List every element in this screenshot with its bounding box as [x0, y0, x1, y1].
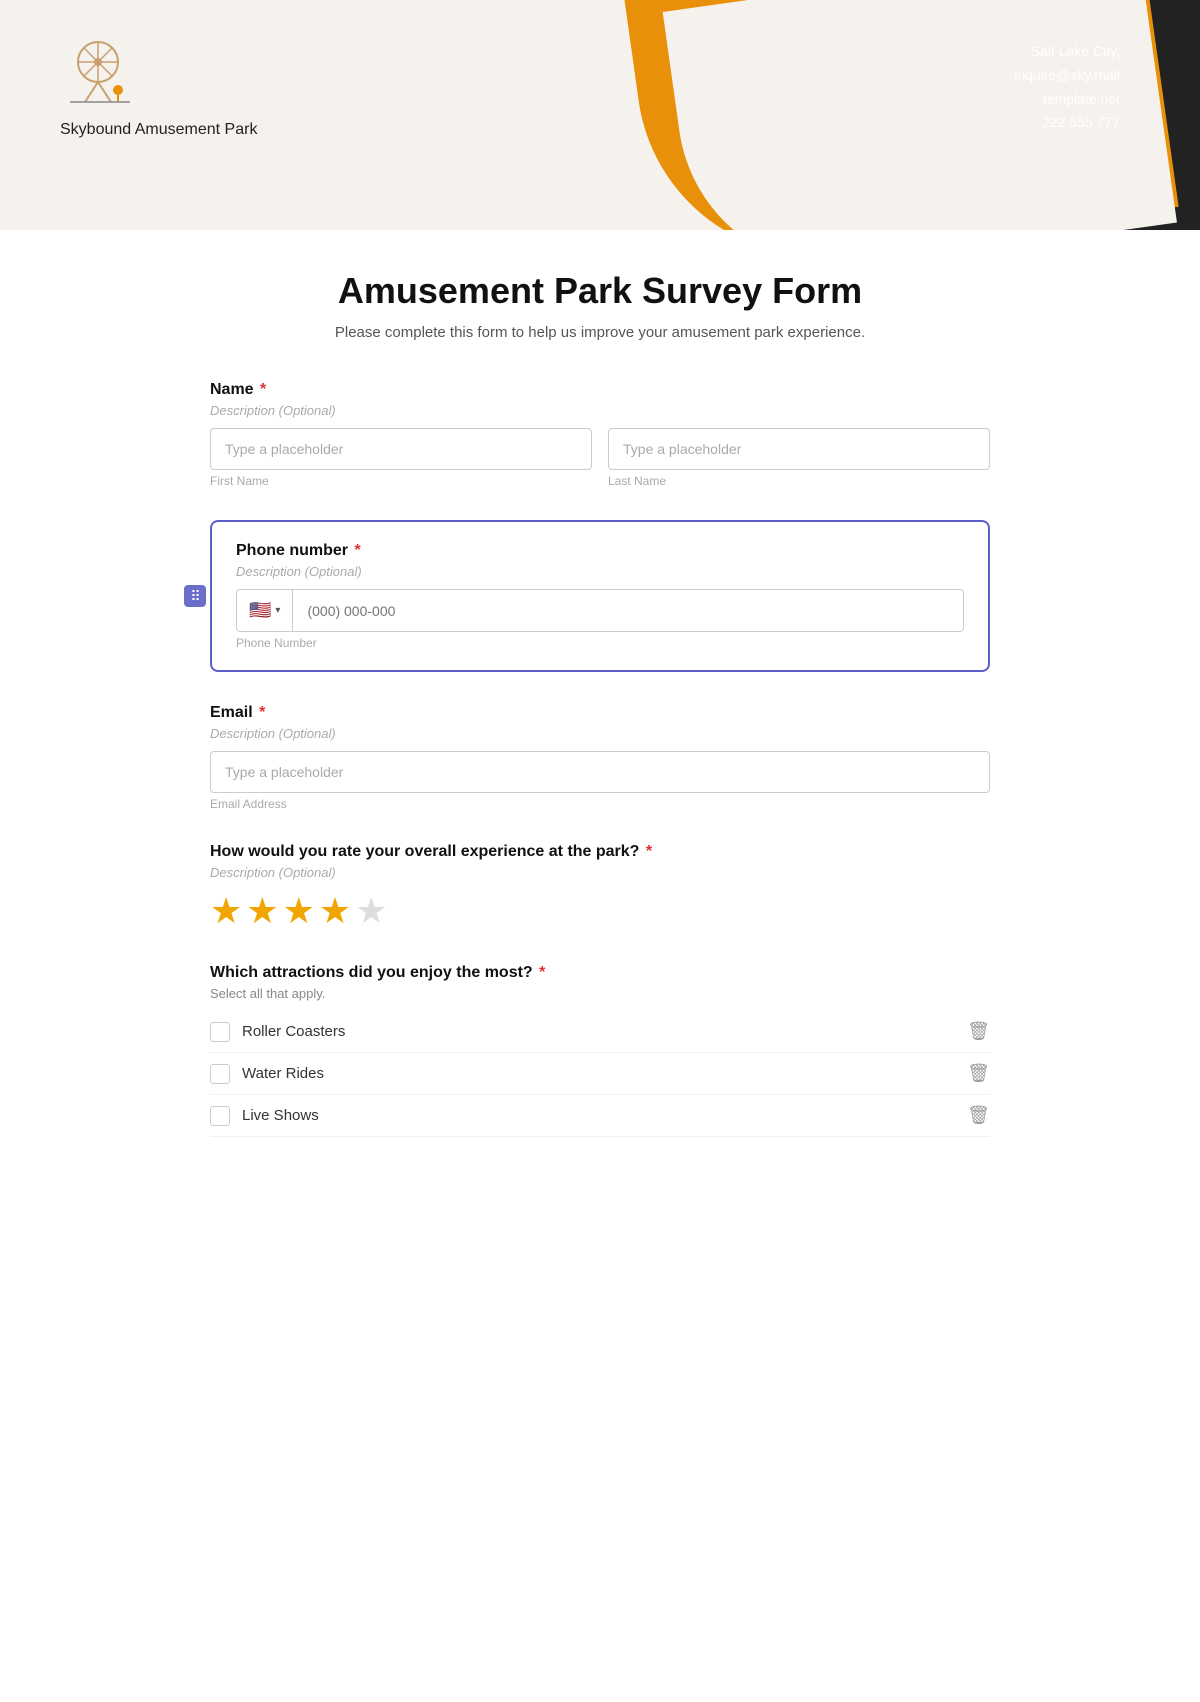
attractions-label: Which attractions did you enjoy the most…	[210, 964, 990, 982]
page-header: Skybound Amusement Park Salt Lake City, …	[0, 0, 1200, 230]
contact-line2: inquire@sky.mail	[1014, 64, 1120, 88]
phone-flag-selector[interactable]: 🇺🇸 ▾	[237, 590, 293, 631]
flag-icon: 🇺🇸	[249, 600, 271, 621]
phone-sublabel: Phone Number	[236, 636, 964, 650]
phone-label: Phone number *	[236, 542, 964, 560]
phone-field-section: ⠿ Phone number * Description (Optional) …	[210, 520, 990, 672]
first-name-sublabel: First Name	[210, 474, 592, 488]
attraction-option-roller-coasters: Roller Coasters 🗑	[210, 1011, 990, 1053]
water-rides-checkbox[interactable]	[210, 1064, 230, 1084]
header-contact: Salt Lake City, inquire@sky.mail templat…	[1014, 40, 1120, 135]
form-subtitle: Please complete this form to help us imp…	[210, 324, 990, 341]
live-shows-label: Live Shows	[242, 1107, 319, 1124]
contact-line4: 222 555 777	[1014, 111, 1120, 135]
phone-description: Description (Optional)	[236, 564, 964, 579]
last-name-col: Last Name	[608, 428, 990, 488]
phone-number-input[interactable]	[293, 591, 963, 631]
email-label: Email *	[210, 704, 990, 722]
email-sublabel: Email Address	[210, 797, 990, 811]
form-title: Amusement Park Survey Form	[210, 270, 990, 312]
roller-coasters-delete-icon[interactable]: 🗑	[967, 1021, 990, 1042]
name-input-row: First Name Last Name	[210, 428, 990, 488]
rating-label: How would you rate your overall experien…	[210, 843, 990, 861]
first-name-input[interactable]	[210, 428, 592, 470]
name-description: Description (Optional)	[210, 403, 990, 418]
email-field-section: Email * Description (Optional) Email Add…	[210, 704, 990, 811]
roller-coasters-label: Roller Coasters	[242, 1023, 345, 1040]
email-input[interactable]	[210, 751, 990, 793]
email-description: Description (Optional)	[210, 726, 990, 741]
roller-coasters-checkbox[interactable]	[210, 1022, 230, 1042]
stars-row: ★ ★ ★ ★ ★	[210, 890, 990, 932]
star-2[interactable]: ★	[246, 890, 278, 932]
main-content: Amusement Park Survey Form Please comple…	[150, 230, 1050, 1229]
star-4[interactable]: ★	[319, 890, 351, 932]
star-5[interactable]: ★	[355, 890, 387, 932]
name-field-section: Name * Description (Optional) First Name…	[210, 381, 990, 488]
contact-line3: template.net	[1014, 88, 1120, 112]
water-rides-delete-icon[interactable]: 🗑	[967, 1063, 990, 1084]
last-name-sublabel: Last Name	[608, 474, 990, 488]
contact-line1: Salt Lake City,	[1014, 40, 1120, 64]
live-shows-delete-icon[interactable]: 🗑	[967, 1105, 990, 1126]
rating-description: Description (Optional)	[210, 865, 990, 880]
attractions-hint: Select all that apply.	[210, 986, 990, 1001]
attraction-option-water-rides: Water Rides 🗑	[210, 1053, 990, 1095]
live-shows-checkbox[interactable]	[210, 1106, 230, 1126]
logo-icon	[60, 30, 140, 110]
brand-name: Skybound Amusement Park	[60, 121, 257, 139]
star-3[interactable]: ★	[283, 890, 315, 932]
drag-handle[interactable]: ⠿	[184, 585, 206, 607]
first-name-col: First Name	[210, 428, 592, 488]
rating-field-section: How would you rate your overall experien…	[210, 843, 990, 932]
water-rides-label: Water Rides	[242, 1065, 324, 1082]
chevron-down-icon: ▾	[275, 605, 280, 616]
star-1[interactable]: ★	[210, 890, 242, 932]
attractions-field-section: Which attractions did you enjoy the most…	[210, 964, 990, 1137]
phone-input-row: 🇺🇸 ▾	[236, 589, 964, 632]
name-label: Name *	[210, 381, 990, 399]
last-name-input[interactable]	[608, 428, 990, 470]
attraction-option-live-shows: Live Shows 🗑	[210, 1095, 990, 1137]
logo-area: Skybound Amusement Park	[60, 30, 257, 139]
